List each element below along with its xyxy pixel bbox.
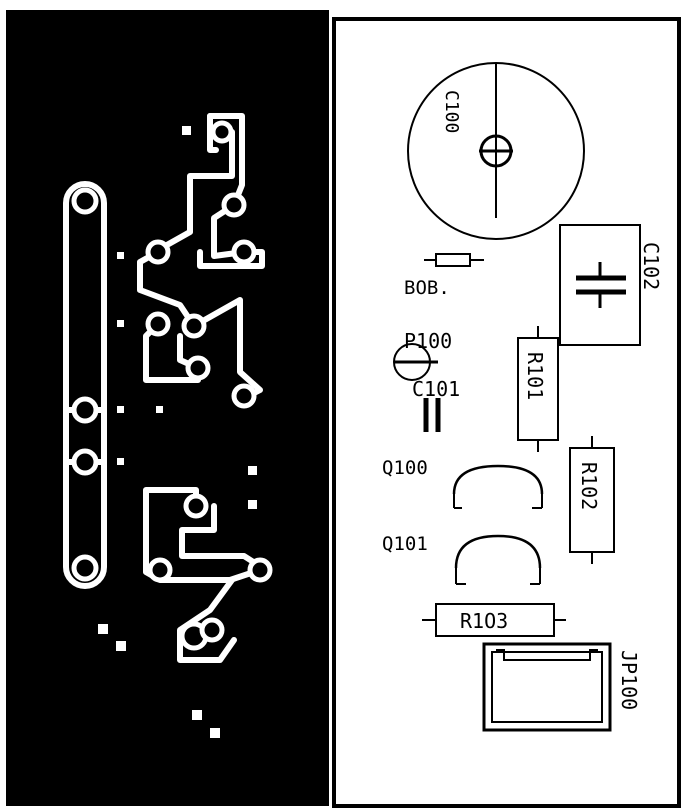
copper-trace-layer [0, 0, 332, 810]
label-r102: R102 [577, 462, 601, 510]
label-p100: P100 [404, 329, 452, 353]
label-r103: R1O3 [460, 609, 508, 633]
label-bob: BOB. [404, 277, 450, 299]
label-r101: R101 [523, 352, 547, 400]
label-jp100: JP100 [617, 650, 641, 710]
label-c102: C102 [639, 242, 663, 290]
label-c100: C100 [441, 90, 462, 133]
label-q100: Q100 [382, 457, 428, 479]
silkscreen-layer: C100 C102 BOB. P100 C101 R101 R102 Q100 … [332, 0, 681, 810]
label-q101: Q101 [382, 533, 428, 555]
copper-board [6, 10, 329, 806]
label-c101: C101 [412, 377, 460, 401]
